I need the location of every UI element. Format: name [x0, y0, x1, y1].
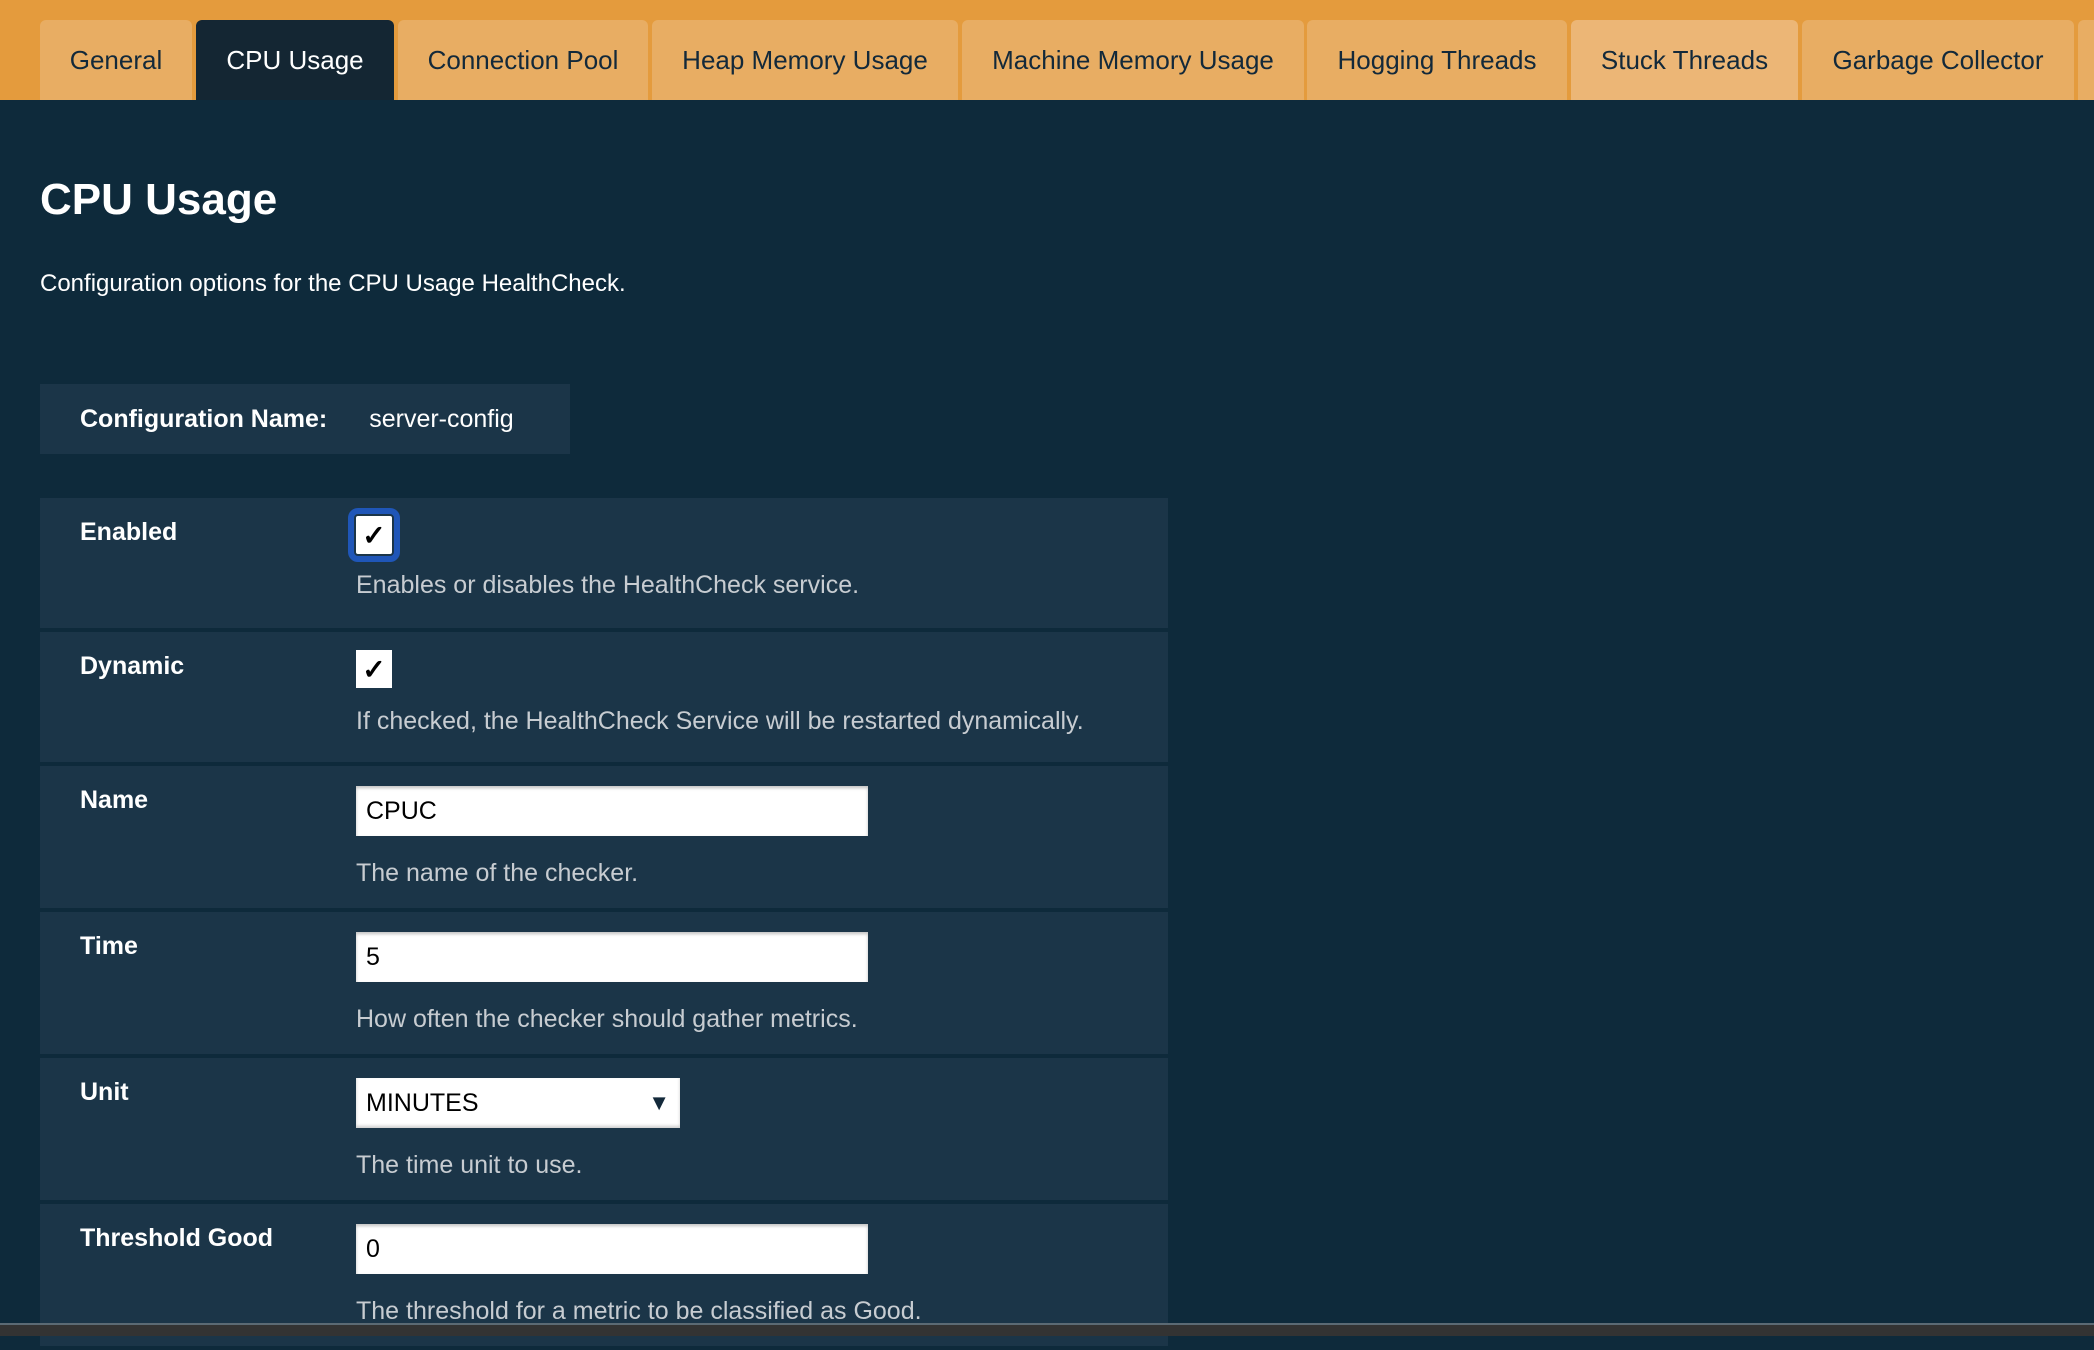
threshold-good-help-text: The threshold for a metric to be classif…: [356, 1297, 922, 1325]
time-label: Time: [80, 932, 138, 960]
tab-bar: General CPU Usage Connection Pool Heap M…: [0, 0, 2094, 100]
time-help-text: How often the checker should gather metr…: [356, 1005, 858, 1033]
form-row-dynamic: Dynamic ✓ If checked, the HealthCheck Se…: [40, 632, 1168, 762]
tab-heap-memory-usage[interactable]: Heap Memory Usage: [652, 20, 958, 100]
horizontal-scrollbar[interactable]: [0, 1323, 2094, 1336]
checkmark-icon: ✓: [362, 653, 386, 685]
form-row-unit: Unit MINUTES ▼ The time unit to use.: [40, 1058, 1168, 1200]
form-row-name: Name The name of the checker.: [40, 766, 1168, 908]
tab-stuck-threads[interactable]: Stuck Threads: [1571, 20, 1798, 100]
form-row-enabled: Enabled ✓ Enables or disables the Health…: [40, 498, 1168, 628]
chevron-down-icon: ▼: [648, 1090, 670, 1115]
time-input[interactable]: [356, 932, 868, 982]
page-description: Configuration options for the CPU Usage …: [40, 270, 626, 297]
tab-garbage-collector[interactable]: Garbage Collector: [1802, 20, 2074, 100]
threshold-good-label: Threshold Good: [80, 1224, 274, 1252]
tab-cpu-usage[interactable]: CPU Usage: [196, 20, 394, 100]
page-title: CPU Usage: [40, 175, 278, 224]
threshold-good-input[interactable]: [356, 1224, 868, 1274]
healthcheck-form: Enabled ✓ Enables or disables the Health…: [40, 498, 1168, 1350]
dynamic-checkbox[interactable]: ✓: [356, 650, 392, 688]
tab-general[interactable]: General: [40, 20, 192, 100]
tab-machine-memory-usage[interactable]: Machine Memory Usage: [962, 20, 1304, 100]
name-help-text: The name of the checker.: [356, 859, 639, 887]
name-input[interactable]: [356, 786, 868, 836]
enabled-label: Enabled: [80, 518, 178, 546]
dynamic-help-text: If checked, the HealthCheck Service will…: [356, 707, 1084, 735]
unit-select[interactable]: MINUTES ▼: [356, 1078, 680, 1128]
enabled-checkbox[interactable]: ✓: [348, 508, 400, 562]
unit-label: Unit: [80, 1078, 129, 1106]
configuration-name-label: Configuration Name:: [80, 404, 328, 433]
unit-help-text: The time unit to use.: [356, 1151, 583, 1179]
configuration-name-value: server-config: [369, 404, 514, 433]
dynamic-label: Dynamic: [80, 652, 185, 680]
name-label: Name: [80, 786, 149, 814]
checkmark-icon: ✓: [362, 519, 386, 551]
configuration-name-box: Configuration Name: server-config: [40, 384, 570, 454]
unit-select-value: MINUTES: [366, 1088, 479, 1117]
tab-connection-pool[interactable]: Connection Pool: [398, 20, 648, 100]
tab-overflow-partial[interactable]: [2078, 20, 2094, 100]
enabled-help-text: Enables or disables the HealthCheck serv…: [356, 571, 860, 599]
form-row-time: Time How often the checker should gather…: [40, 912, 1168, 1054]
tab-hogging-threads[interactable]: Hogging Threads: [1307, 20, 1567, 100]
